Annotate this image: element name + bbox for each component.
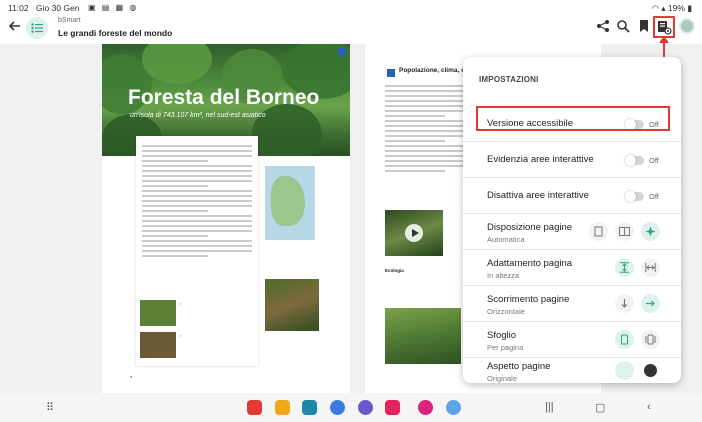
- status-date: Gio 30 Gen: [36, 3, 80, 13]
- page-footnote: ●: [130, 374, 133, 379]
- status-time: 11:02: [8, 3, 29, 13]
- setting-label: Adattamento pagina: [487, 258, 573, 269]
- dock-app-icon[interactable]: [275, 400, 290, 415]
- page-title: Foresta del Borneo: [128, 86, 320, 109]
- setting-row-layout: Disposizione pagine Automatica: [463, 214, 681, 250]
- forest-photo: [385, 308, 461, 364]
- setting-row-disable[interactable]: Disattiva aree interattive Off: [463, 178, 681, 214]
- highlight-annotation: [476, 106, 670, 131]
- setting-row-flip: Sfoglio Per pagina: [463, 322, 681, 358]
- setting-value: Orizzontale: [487, 307, 525, 316]
- app-name: bSmart: [58, 17, 81, 24]
- setting-value: In altezza: [487, 271, 520, 280]
- single-page-icon: [594, 226, 603, 237]
- resource-badge[interactable]: [387, 69, 395, 77]
- resource-badge[interactable]: [338, 48, 346, 56]
- flora-thumbnail: [140, 300, 176, 326]
- pages-spread-icon: [645, 334, 656, 345]
- caption-label: ▪: [180, 302, 182, 306]
- setting-label: Sfoglio: [487, 330, 517, 341]
- subsection-title: Ecologia: [385, 268, 404, 273]
- battery-icon: ▮: [687, 3, 692, 13]
- book-settings-button[interactable]: [653, 16, 675, 38]
- setting-value: Automatica: [487, 235, 525, 244]
- double-page-button[interactable]: [615, 222, 634, 241]
- toggle-state: Off: [649, 192, 659, 201]
- dock-app-icon[interactable]: [418, 400, 433, 415]
- setting-value: Per pagina: [487, 343, 524, 352]
- flip-per-page-button[interactable]: [615, 330, 634, 349]
- setting-label: Scorrimento pagine: [487, 294, 570, 305]
- text-column: ▪ ▪: [136, 136, 258, 366]
- play-icon[interactable]: [405, 224, 423, 242]
- battery-level: 19%: [667, 3, 685, 13]
- back-arrow-icon[interactable]: [8, 19, 24, 35]
- automatic-layout-button[interactable]: [641, 222, 660, 241]
- dock-app-icon[interactable]: [302, 400, 317, 415]
- fauna-thumbnail: [140, 332, 176, 358]
- wifi-icon: ◠: [651, 3, 659, 13]
- setting-row-scroll: Scorrimento pagine Orizzontale: [463, 286, 681, 322]
- disable-toggle[interactable]: [625, 191, 644, 202]
- home-icon[interactable]: ▢: [595, 401, 605, 414]
- status-bar: 11:02 Gio 30 Gen ▣ ▤ ▦ ◍ ◠ ▴ 19% ▮: [0, 0, 702, 14]
- status-right: ◠ ▴ 19% ▮: [651, 3, 692, 14]
- fit-width-icon: [645, 263, 656, 272]
- vertical-scroll-button[interactable]: [615, 294, 634, 313]
- setting-row-highlight[interactable]: Evidenzia aree interattive Off: [463, 142, 681, 178]
- recent-apps-icon[interactable]: |||: [545, 401, 554, 413]
- setting-label: Disposizione pagine: [487, 222, 573, 233]
- left-page: Foresta del Borneo un'isola di 743.107 k…: [102, 44, 350, 393]
- dark-appearance-button[interactable]: [641, 361, 660, 380]
- book-title: Le grandi foreste del mondo: [58, 28, 173, 38]
- dock-app-icon[interactable]: [358, 400, 373, 415]
- back-icon[interactable]: ‹: [647, 401, 651, 413]
- dock-app-icon[interactable]: [385, 400, 400, 415]
- table-of-contents-button[interactable]: [26, 17, 48, 39]
- horizontal-scroll-button[interactable]: [641, 294, 660, 313]
- setting-row-appearance: Aspetto pagine Originale: [463, 358, 681, 383]
- signal-icon: ▴: [661, 3, 666, 13]
- bookmark-icon[interactable]: [637, 19, 653, 35]
- dock-app-icon[interactable]: [247, 400, 262, 415]
- single-page-button[interactable]: [589, 222, 608, 241]
- avatar[interactable]: [679, 18, 695, 34]
- dock-app-icon[interactable]: [330, 400, 345, 415]
- setting-row-fit: Adattamento pagina In altezza: [463, 250, 681, 286]
- flip-spread-button[interactable]: [641, 330, 660, 349]
- caption-label: ▪: [180, 334, 182, 338]
- dark-circle-icon: [644, 364, 657, 377]
- system-nav-bar: ⠿ ||| ▢ ‹: [0, 393, 702, 422]
- double-page-icon: [619, 227, 630, 236]
- page-subtitle: un'isola di 743.107 km², nel sud-est asi…: [130, 112, 266, 119]
- borneo-map: [265, 166, 315, 240]
- search-icon[interactable]: [616, 19, 632, 35]
- setting-label: Aspetto pagine: [487, 361, 551, 372]
- video-thumbnail[interactable]: [385, 210, 443, 256]
- dock-app-icon[interactable]: [446, 400, 461, 415]
- sparkle-icon: [645, 226, 656, 237]
- share-icon[interactable]: [596, 19, 612, 35]
- annotation-arrow-head: [659, 36, 669, 43]
- arrow-down-icon: [621, 299, 628, 308]
- arrow-right-icon: [646, 300, 655, 307]
- fit-height-button[interactable]: [615, 258, 634, 277]
- toggle-state: Off: [649, 156, 659, 165]
- fit-width-button[interactable]: [641, 258, 660, 277]
- list-icon: [31, 23, 43, 33]
- setting-label: Disattiva aree interattive: [487, 190, 589, 201]
- page-icon: [620, 334, 629, 345]
- app-header: bSmart Le grandi foreste del mondo: [0, 14, 702, 44]
- apps-grid-icon[interactable]: ⠿: [46, 401, 54, 414]
- fit-height-icon: [620, 262, 629, 273]
- settings-book-icon: [658, 21, 672, 35]
- notification-icons: ▣ ▤ ▦ ◍: [88, 3, 139, 12]
- light-appearance-button[interactable]: [615, 361, 634, 380]
- highlight-toggle[interactable]: [625, 155, 644, 166]
- section-title: Popolazione, clima, or: [399, 67, 468, 74]
- setting-label: Evidenzia aree interattive: [487, 154, 594, 165]
- settings-title: IMPOSTAZIONI: [479, 75, 539, 84]
- setting-value: Originale: [487, 374, 518, 383]
- bridge-photo: [265, 279, 319, 331]
